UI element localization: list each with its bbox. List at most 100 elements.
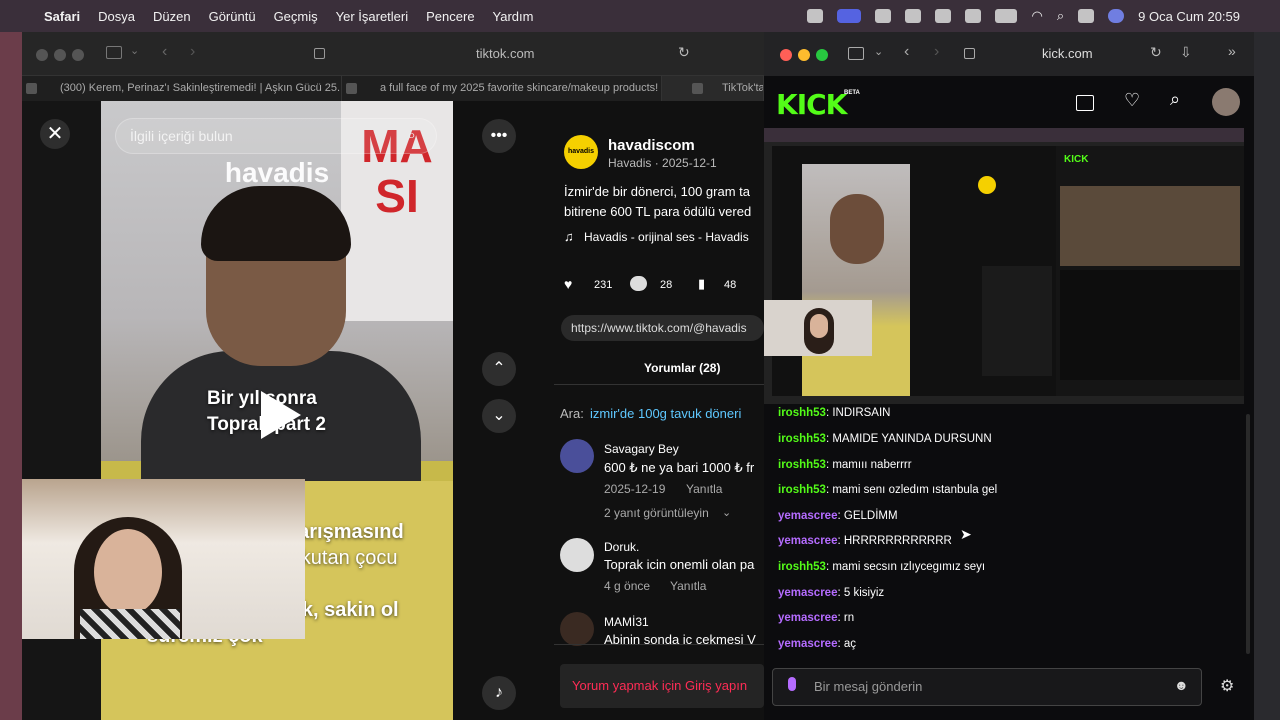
chat-message: yemascree: 5 kisiyiz <box>778 587 885 599</box>
comment-user[interactable]: Doruk. <box>604 540 639 554</box>
menu-app-safari[interactable]: Safari <box>44 9 80 24</box>
post-account[interactable]: havadiscom <box>608 137 695 154</box>
battery-icon[interactable] <box>995 9 1018 23</box>
menu-duzen[interactable]: Düzen <box>153 9 191 24</box>
display-icon[interactable] <box>935 9 952 23</box>
menubar-clock[interactable]: 9 Oca Cum 20:59 <box>1138 9 1240 24</box>
chat-placeholder: Bir mesaj gönderin <box>814 679 923 694</box>
chat-username[interactable]: yemascree <box>778 510 837 522</box>
avatar[interactable] <box>560 439 594 473</box>
siri-icon[interactable] <box>1108 9 1125 23</box>
search-icon[interactable]: ⌕ <box>407 127 416 145</box>
mirrored-avatar <box>978 176 996 194</box>
comment-user[interactable]: MAMİ31 <box>604 615 649 629</box>
chat-text: INDIRSAIN <box>832 407 891 419</box>
chevron-up-icon[interactable]: ⌃ <box>482 352 516 386</box>
forward-icon[interactable]: › <box>934 43 939 61</box>
post-link[interactable]: https://www.tiktok.com/@havadis <box>561 315 764 341</box>
tab-aşkın-gücü[interactable]: (300) Kerem, Perinaz'ı Sakinleştiremedi!… <box>22 76 342 101</box>
post-sound[interactable]: Havadis - orijinal ses - Havadis <box>584 230 749 244</box>
heart-icon[interactable]: ♡ <box>1124 90 1140 111</box>
menu-pencere[interactable]: Pencere <box>426 9 474 24</box>
chat-username[interactable]: iroshh53 <box>778 484 826 496</box>
chevron-down-icon[interactable]: ⌄ <box>874 45 883 58</box>
chevron-down-icon[interactable]: ⌄ <box>722 506 731 519</box>
chat-username[interactable]: iroshh53 <box>778 561 826 573</box>
more-tabs-icon[interactable]: » <box>1228 43 1236 59</box>
post-meta: Havadis · 2025-12-1 <box>608 156 717 170</box>
menu-yardim[interactable]: Yardım <box>493 9 534 24</box>
avatar[interactable] <box>560 612 594 646</box>
chat-username[interactable]: iroshh53 <box>778 407 826 419</box>
comment-icon[interactable] <box>630 276 647 291</box>
chat-message: yemascree: HRRRRRRRRRRRR <box>778 535 952 547</box>
divider <box>554 644 764 645</box>
post-avatar[interactable]: havadis <box>564 135 598 169</box>
play-circle-icon[interactable] <box>965 9 982 23</box>
menu-goruntu[interactable]: Görüntü <box>209 9 256 24</box>
login-to-comment-button[interactable]: Yorum yapmak için Giriş yapın <box>560 664 764 708</box>
chat-username[interactable]: yemascree <box>778 612 837 624</box>
microphone-icon[interactable] <box>788 677 796 691</box>
chat-message: iroshh53: MAMIDE YANINDA DURSUNN <box>778 433 992 445</box>
screen-share-icon[interactable] <box>837 9 862 23</box>
chat-message: iroshh53: INDIRSAIN <box>778 407 891 419</box>
settings-icon[interactable]: ⚙ <box>1220 676 1234 696</box>
chat-username[interactable]: iroshh53 <box>778 433 826 445</box>
chat-message: iroshh53: mamııı naberrrr <box>778 459 912 471</box>
heart-icon[interactable]: ♥ <box>564 276 572 292</box>
video-search-input[interactable]: İlgili içeriği bulun <box>115 118 437 154</box>
mirrored-chat <box>1060 270 1240 380</box>
search-term-link[interactable]: izmir'de 100g tavuk döneri <box>590 406 741 421</box>
avatar[interactable] <box>1212 88 1240 116</box>
following-icon[interactable] <box>1076 95 1094 111</box>
view-replies-button[interactable]: 2 yanıt görüntüleyin <box>604 506 709 520</box>
control-center-icon[interactable] <box>1078 9 1095 23</box>
traffic-lights[interactable] <box>780 48 834 66</box>
reply-button[interactable]: Yanıtla <box>670 579 706 593</box>
wifi-icon[interactable]: ◠ <box>1031 8 1042 24</box>
emoji-icon[interactable]: ☻ <box>1174 677 1189 693</box>
traffic-lights[interactable] <box>36 48 90 66</box>
address-bar[interactable]: kick.com <box>1042 46 1093 61</box>
chat-text: 5 kisiyiz <box>843 587 885 599</box>
forward-icon[interactable]: › <box>190 43 195 61</box>
avatar[interactable] <box>560 538 594 572</box>
sidebar-icon[interactable] <box>106 46 122 59</box>
sidebar-icon[interactable] <box>848 47 864 60</box>
bars-icon[interactable] <box>905 9 922 23</box>
play-icon[interactable] <box>261 391 301 439</box>
search-icon[interactable]: ⌕ <box>1057 8 1064 24</box>
post-description: bitirene 600 TL para ödülü vered <box>564 204 752 219</box>
reload-icon[interactable]: ↻ <box>1150 44 1162 61</box>
chevron-down-icon[interactable]: ⌄ <box>130 44 139 57</box>
reply-button[interactable]: Yanıtla <box>686 482 722 496</box>
volume-icon[interactable]: ♪ <box>482 676 516 710</box>
comment-user[interactable]: Savagary Bey <box>604 442 679 456</box>
kick-logo[interactable]: KICK <box>776 88 847 121</box>
back-icon[interactable]: ‹ <box>904 43 909 61</box>
webcam-face <box>94 529 162 615</box>
chat-username[interactable]: yemascree <box>778 535 837 547</box>
tab-comments[interactable]: Yorumlar (28) <box>644 361 720 375</box>
stream-player[interactable]: KICK <box>764 128 1244 404</box>
bookmark-icon[interactable]: ▮ <box>698 276 705 292</box>
reader-icon[interactable] <box>964 48 975 59</box>
chat-username[interactable]: iroshh53 <box>778 459 826 471</box>
menu-yer-isaretleri[interactable]: Yer İşaretleri <box>336 9 409 24</box>
menu-gecmis[interactable]: Geçmiş <box>274 9 318 24</box>
address-bar[interactable]: tiktok.com <box>476 46 535 61</box>
status-app-icon[interactable] <box>807 9 824 23</box>
cloud-icon[interactable] <box>875 9 892 23</box>
chat-username[interactable]: yemascree <box>778 638 837 650</box>
download-icon[interactable]: ⇩ <box>1180 44 1192 61</box>
back-icon[interactable]: ‹ <box>162 43 167 61</box>
reader-icon[interactable] <box>314 48 325 59</box>
search-icon[interactable]: ⌕ <box>1170 89 1180 110</box>
close-icon[interactable]: ✕ <box>40 119 70 149</box>
chevron-down-icon[interactable]: ⌄ <box>482 399 516 433</box>
menu-dosya[interactable]: Dosya <box>98 9 135 24</box>
more-options-icon[interactable]: ••• <box>482 119 516 153</box>
chat-scrollbar[interactable] <box>1246 414 1250 654</box>
chat-username[interactable]: yemascree <box>778 587 837 599</box>
